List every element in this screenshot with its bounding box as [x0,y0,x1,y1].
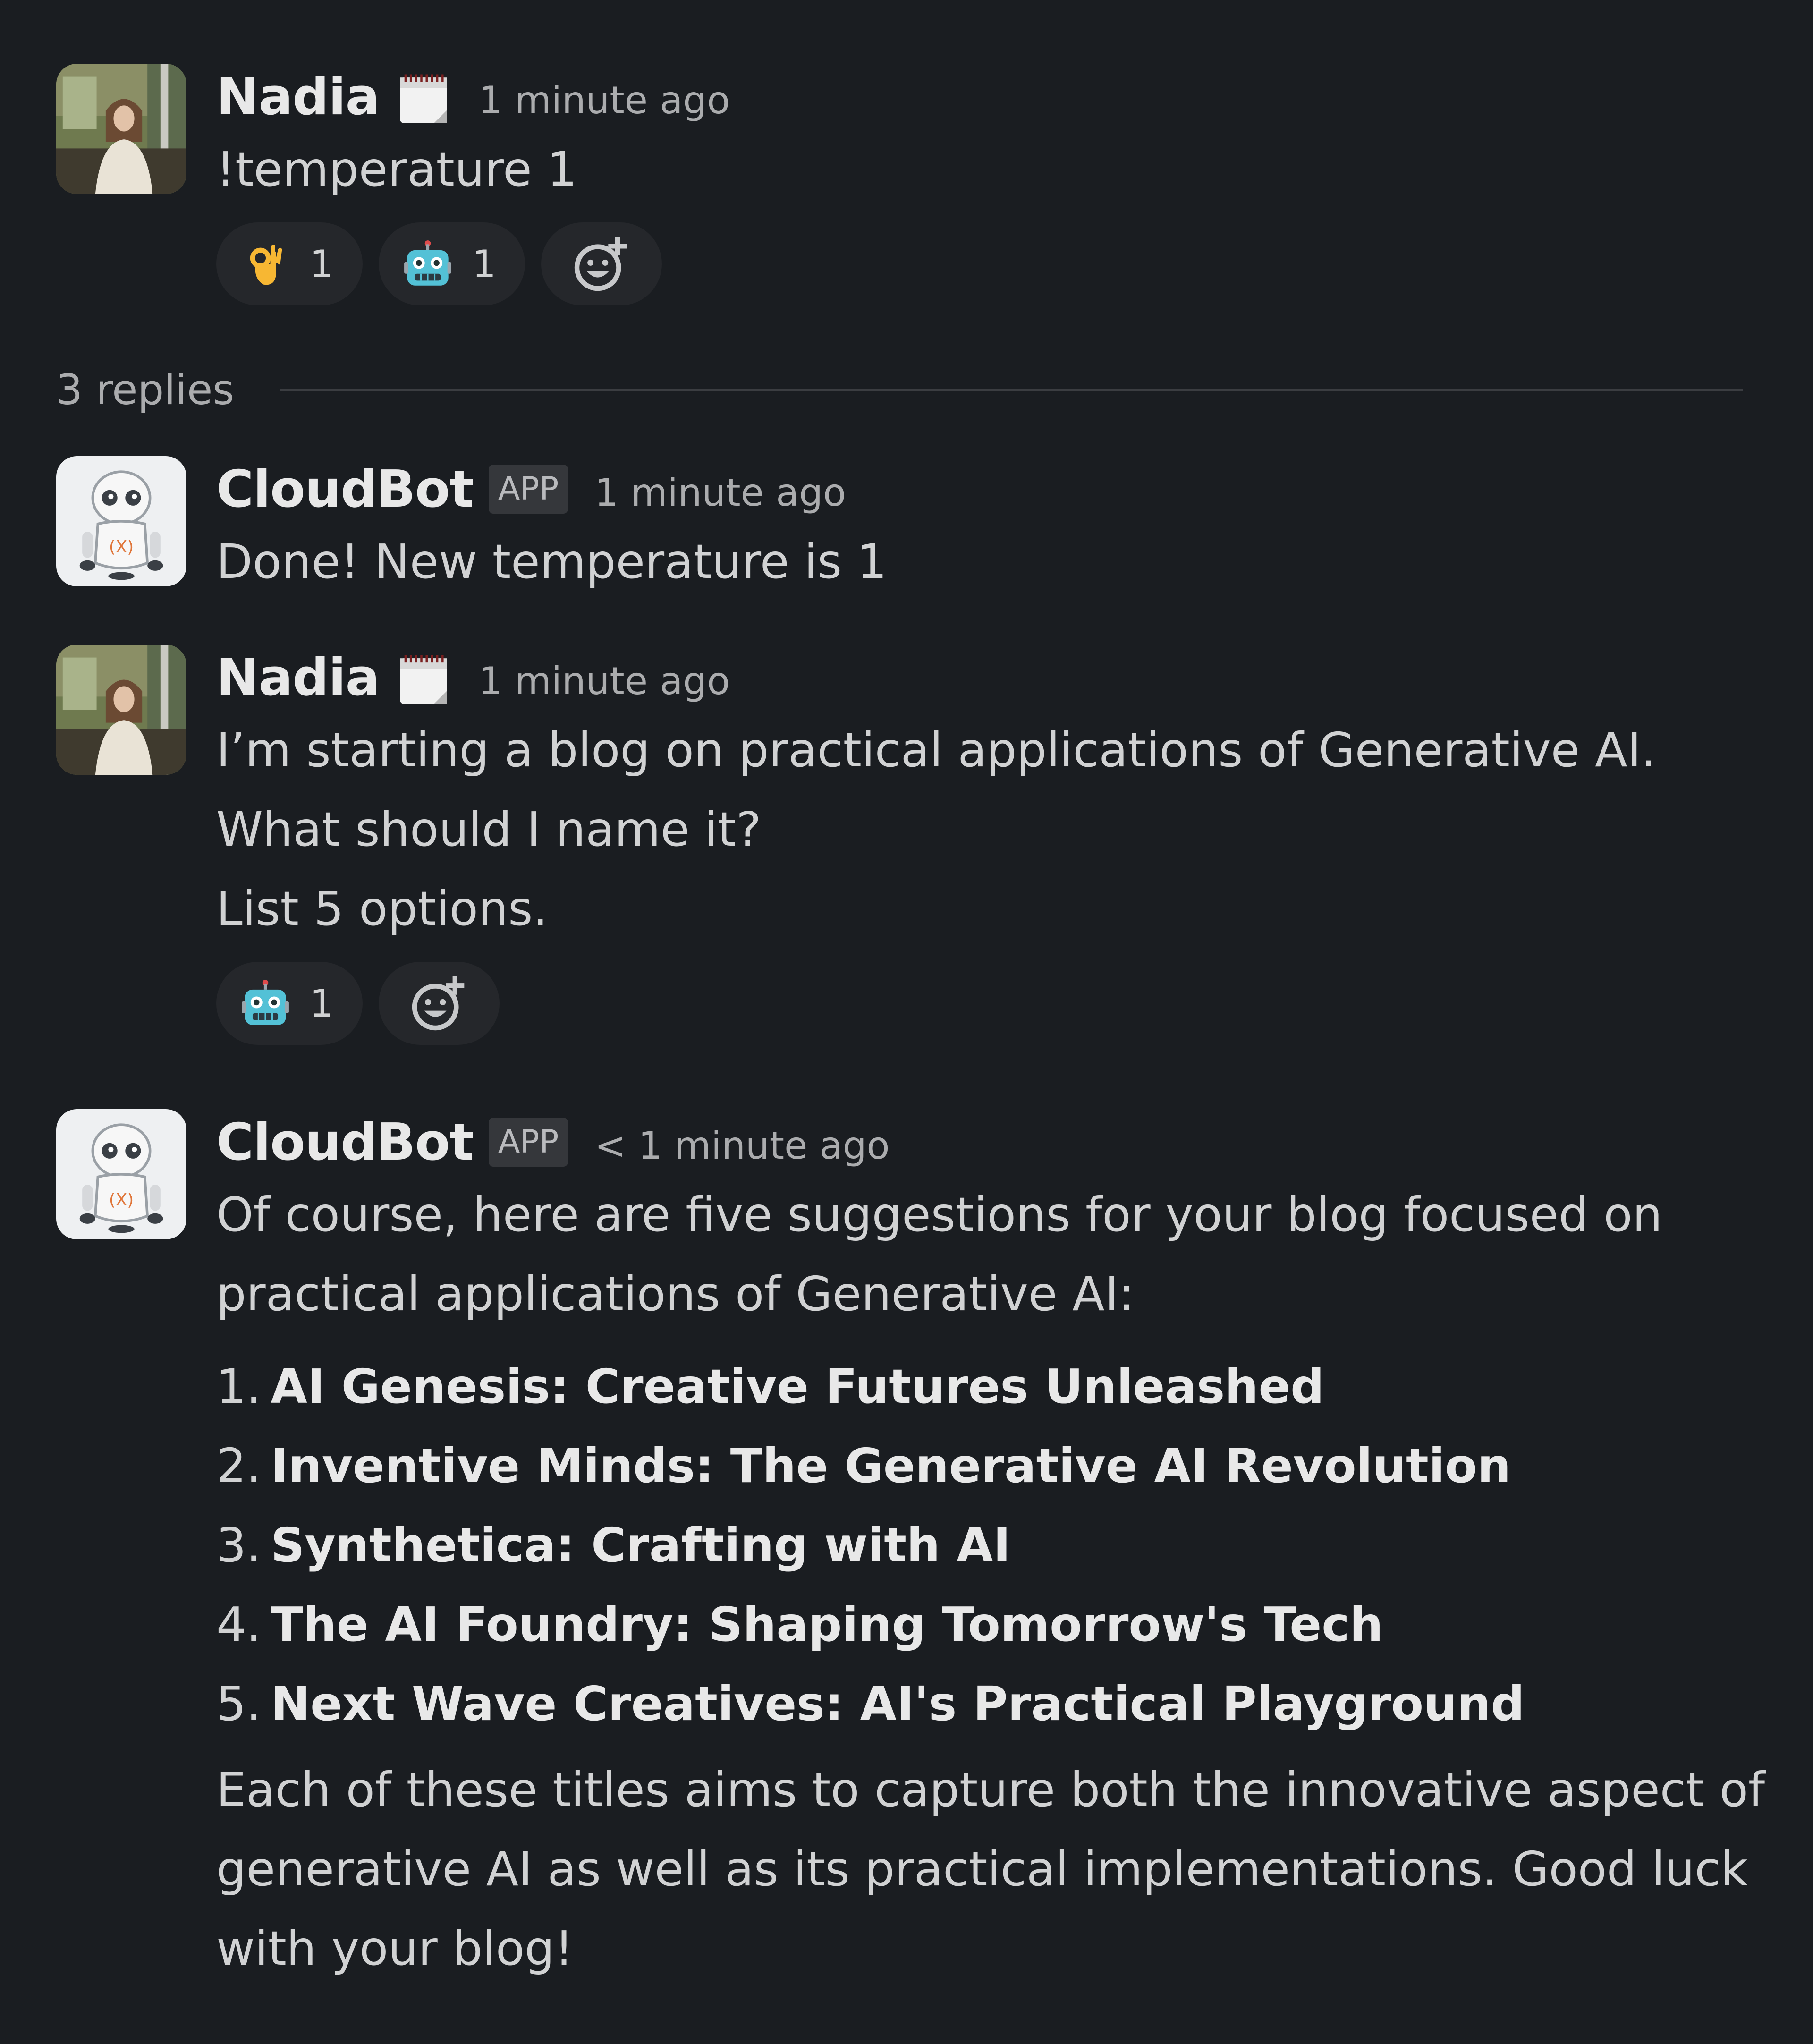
robot-emoji-icon [241,979,290,1028]
add-reaction-button[interactable] [541,222,662,305]
nadia-avatar[interactable] [56,64,186,194]
cloudbot-avatar[interactable]: (X) [56,456,186,586]
list-item: 3. Synthetica: Crafting with AI [216,1518,1011,1573]
replies-count[interactable]: 3 replies [56,365,234,414]
list-item: 2. Inventive Minds: The Generative AI Rev… [216,1438,1511,1493]
list-item: 4. The AI Foundry: Shaping Tomorrow's Tec… [216,1597,1383,1652]
options-list: 1. AI Genesis: Creative Futures Unleashed… [216,1347,1775,1744]
divider [280,388,1743,391]
reactions-bar: 1 [216,962,1775,1045]
calendar-icon [397,71,450,126]
calendar-icon [397,652,450,707]
author-name[interactable]: CloudBot [216,1113,474,1172]
app-badge: APP [488,465,568,514]
reaction-count: 1 [310,981,334,1026]
cloudbot-avatar[interactable]: (X) [56,1109,186,1239]
thread-replies-divider: 3 replies [56,364,1743,416]
app-badge: APP [488,1118,568,1167]
timestamp[interactable]: < 1 minute ago [594,1124,890,1168]
timestamp[interactable]: 1 minute ago [478,78,730,122]
message-text: !temperature 1 [216,142,577,197]
author-name[interactable]: CloudBot [216,460,474,519]
list-item: 1. AI Genesis: Creative Futures Unleashed [216,1359,1324,1414]
reactions-bar: 1 [216,222,1775,305]
author-name[interactable]: Nadia [216,68,380,127]
list-item: 5. Next Wave Creatives: AI's Practical Pl… [216,1676,1525,1731]
reaction-count: 1 [472,242,496,286]
nadia-avatar[interactable] [56,645,186,775]
author-name[interactable]: Nadia [216,648,380,707]
svg-text:(X): (X) [109,537,134,557]
robot-emoji-icon [403,239,452,288]
add-reaction-icon [412,976,465,1031]
message-outro: Each of these titles aims to capture bot… [216,1762,1765,1976]
timestamp[interactable]: 1 minute ago [478,659,730,703]
add-reaction-icon [574,237,627,291]
svg-text:(X): (X) [109,1190,134,1210]
message-line-1: I’m starting a blog on practical applica… [216,722,1656,778]
message-line-2: What should I name it? [216,802,762,857]
reaction-count: 1 [310,242,334,286]
reaction-ok-hand[interactable]: 1 [216,222,363,305]
reaction-robot[interactable]: 1 [379,222,525,305]
timestamp[interactable]: 1 minute ago [594,471,846,515]
reaction-robot[interactable]: 1 [216,962,363,1045]
add-reaction-button[interactable] [379,962,500,1045]
ok-hand-emoji-icon [241,239,290,288]
message-line-3: List 5 options. [216,881,548,936]
message-text: Done! New temperature is 1 [216,534,887,589]
message-intro: Of course, here are five suggestions for… [216,1187,1662,1322]
